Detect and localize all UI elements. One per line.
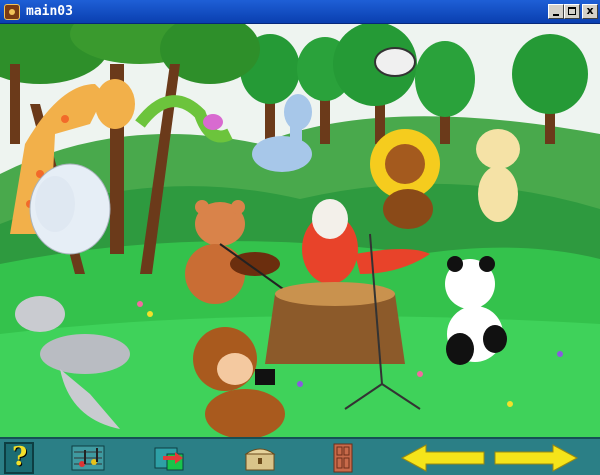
switch-button[interactable] — [153, 442, 187, 474]
title-bar: main03 x — [0, 0, 600, 24]
app-icon[interactable] — [4, 4, 20, 20]
treasure-chest-icon — [244, 448, 276, 471]
scene-illustration — [0, 24, 600, 437]
music-notes-icon — [71, 445, 105, 471]
switch-icon — [154, 447, 184, 471]
help-icon: ? — [12, 442, 28, 472]
window-title: main03 — [26, 4, 73, 19]
minimize-icon — [553, 14, 559, 16]
next-button[interactable] — [493, 444, 579, 472]
exit-door-button[interactable] — [331, 442, 355, 474]
elephant[interactable] — [29, 163, 111, 255]
snake-flower — [203, 114, 223, 130]
maximize-button[interactable] — [564, 4, 580, 19]
arrow-right-icon — [494, 444, 579, 472]
tree-stump — [265, 282, 405, 364]
close-button[interactable]: x — [582, 4, 598, 19]
previous-button[interactable] — [400, 444, 486, 472]
minimize-button[interactable] — [548, 4, 564, 19]
door-icon — [333, 443, 353, 473]
treasure-chest-button[interactable] — [243, 442, 277, 474]
bottom-toolbar: ? — [0, 437, 600, 475]
music-button[interactable] — [70, 442, 106, 474]
help-button[interactable]: ? — [4, 442, 34, 474]
close-icon: x — [586, 4, 594, 17]
forest-scene — [0, 24, 600, 437]
zebra[interactable] — [374, 47, 416, 77]
arrow-left-icon — [400, 444, 485, 472]
maximize-icon — [568, 7, 576, 15]
